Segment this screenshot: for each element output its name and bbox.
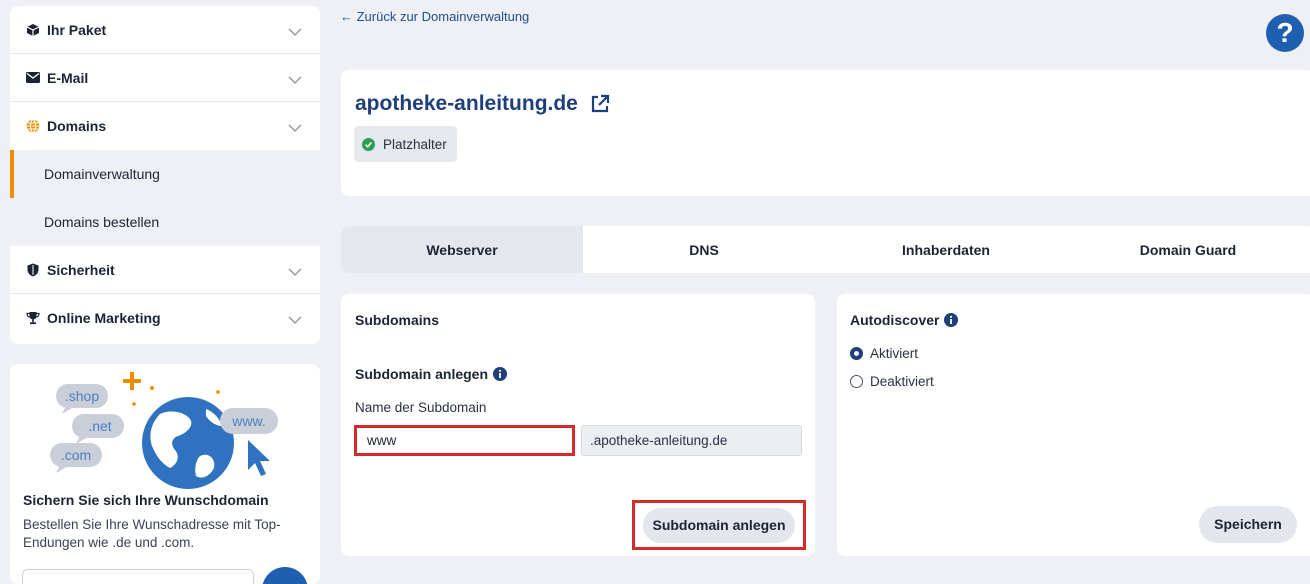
help-icon: ? bbox=[1276, 17, 1294, 48]
promo-text: Bestellen Sie Ihre Wunschadresse mit Top… bbox=[23, 517, 281, 550]
radio-selected-icon[interactable] bbox=[850, 347, 863, 360]
domain-search-button[interactable] bbox=[262, 567, 308, 584]
tab-webserver[interactable]: Webserver bbox=[341, 226, 583, 273]
help-button[interactable]: ? bbox=[1266, 14, 1304, 52]
package-icon bbox=[26, 23, 40, 37]
chevron-down-icon bbox=[288, 71, 302, 87]
globe-icon bbox=[26, 119, 40, 133]
autodiscover-panel: Autodiscover Aktiviert Deaktiviert Speic… bbox=[837, 294, 1310, 556]
chevron-down-icon bbox=[288, 23, 302, 39]
autodiscover-option-aktiviert[interactable]: Aktiviert bbox=[850, 346, 918, 361]
chevron-down-icon bbox=[288, 311, 302, 327]
domain-name: apotheke-anleitung.de bbox=[355, 92, 578, 115]
shield-icon bbox=[26, 263, 40, 277]
create-subdomain-heading-text: Subdomain anlegen bbox=[355, 366, 489, 382]
status-label: Platzhalter bbox=[383, 136, 447, 152]
radio-unselected-icon[interactable] bbox=[850, 375, 863, 388]
sidebar-subitem-domainverwaltung[interactable]: Domainverwaltung bbox=[10, 150, 320, 198]
sidebar-item-label: E-Mail bbox=[47, 69, 89, 86]
sidebar-item-label: Ihr Paket bbox=[47, 21, 107, 38]
radio-label: Deaktiviert bbox=[870, 374, 934, 389]
create-subdomain-button[interactable]: Subdomain anlegen bbox=[643, 508, 795, 543]
autodiscover-heading-text: Autodiscover bbox=[850, 312, 940, 328]
promo-title: Sichern Sie sich Ihre Wunschdomain bbox=[23, 492, 269, 508]
subdomains-panel: Subdomains Subdomain anlegen Name der Su… bbox=[341, 294, 815, 556]
sidebar-item-ihr-paket[interactable]: Ihr Paket bbox=[10, 6, 320, 54]
check-circle-icon bbox=[362, 137, 375, 151]
sidebar-nav: Ihr Paket E-Mail Domains Domainverwaltun… bbox=[10, 6, 320, 344]
sidebar-subitem-label: Domainverwaltung bbox=[44, 166, 160, 182]
back-to-domain-management-link[interactable]: ← Zurück zur Domainverwaltung bbox=[340, 9, 529, 24]
sidebar-item-label: Domains bbox=[47, 118, 107, 134]
domain-tabs: Webserver DNS Inhaberdaten Domain Guard bbox=[341, 226, 1310, 273]
chevron-down-icon bbox=[288, 119, 302, 135]
domain-title-link[interactable]: apotheke-anleitung.de bbox=[355, 92, 610, 116]
sidebar-item-label: Online Marketing bbox=[47, 310, 161, 326]
domain-promo-illustration: .shop .net .com www. bbox=[50, 372, 278, 489]
autodiscover-heading: Autodiscover bbox=[850, 312, 959, 328]
envelope-icon bbox=[26, 71, 40, 85]
autodiscover-option-deaktiviert[interactable]: Deaktiviert bbox=[850, 374, 934, 389]
status-badge: Platzhalter bbox=[354, 126, 457, 162]
promo-tag-www: www. bbox=[231, 413, 265, 429]
sidebar-item-email[interactable]: E-Mail bbox=[10, 54, 320, 102]
subdomains-heading: Subdomains bbox=[355, 312, 440, 328]
domain-header-card: apotheke-anleitung.de Platzhalter bbox=[341, 70, 1310, 196]
radio-label: Aktiviert bbox=[870, 346, 919, 361]
subdomain-suffix: .apotheke-anleitung.de bbox=[581, 425, 802, 456]
subdomain-name-input[interactable]: www bbox=[354, 425, 575, 456]
promo-tag-net: .net bbox=[88, 418, 111, 434]
sidebar-item-sicherheit[interactable]: Sicherheit bbox=[10, 246, 320, 294]
sidebar-item-label: Sicherheit bbox=[47, 261, 115, 278]
sidebar-subitem-domains-bestellen[interactable]: Domains bestellen bbox=[10, 198, 320, 246]
domain-promo-card: .shop .net .com www. Sichern Sie sich Ih… bbox=[10, 364, 320, 584]
promo-tag-com: .com bbox=[61, 447, 91, 463]
create-subdomain-heading: Subdomain anlegen bbox=[355, 366, 508, 382]
trophy-icon bbox=[26, 311, 40, 325]
tab-domain-guard[interactable]: Domain Guard bbox=[1067, 226, 1309, 273]
sidebar-subitem-label: Domains bestellen bbox=[44, 214, 160, 230]
save-button[interactable]: Speichern bbox=[1199, 506, 1297, 543]
create-subdomain-highlight: Subdomain anlegen bbox=[632, 500, 806, 550]
external-link-icon[interactable] bbox=[590, 94, 610, 114]
chevron-down-icon bbox=[288, 263, 302, 279]
tab-inhaberdaten[interactable]: Inhaberdaten bbox=[825, 226, 1067, 273]
info-icon[interactable] bbox=[944, 313, 959, 327]
subdomain-name-label: Name der Subdomain bbox=[355, 400, 487, 415]
tab-dns[interactable]: DNS bbox=[583, 226, 825, 273]
sidebar-item-domains[interactable]: Domains bbox=[10, 102, 320, 150]
promo-tag-shop: .shop bbox=[65, 388, 99, 404]
info-icon[interactable] bbox=[493, 367, 508, 381]
domain-search-input[interactable] bbox=[22, 569, 254, 584]
sidebar-item-online-marketing[interactable]: Online Marketing bbox=[10, 294, 320, 342]
